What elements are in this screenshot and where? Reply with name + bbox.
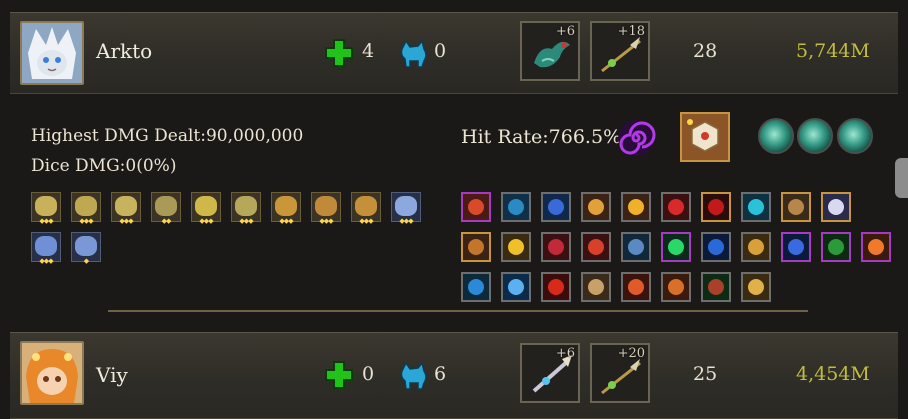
dice-dmg-stat: Dice DMG:0(0%): [31, 156, 177, 176]
skill-icon[interactable]: [701, 272, 731, 302]
rune-icon[interactable]: ◆◆◆: [71, 192, 101, 225]
skill-icon[interactable]: [501, 192, 531, 222]
player-power: 5,744M: [796, 40, 870, 62]
skill-icon[interactable]: [461, 272, 491, 302]
green-cross-icon: [325, 361, 353, 389]
equipment-slot[interactable]: +18: [590, 21, 650, 81]
skill-icon[interactable]: [541, 272, 571, 302]
equipment-slot[interactable]: +6: [520, 21, 580, 81]
skill-icon[interactable]: [701, 192, 731, 222]
skill-icon[interactable]: [741, 272, 771, 302]
cube-item-icon[interactable]: [680, 112, 730, 162]
skill-icon[interactable]: [541, 192, 571, 222]
green-cross-icon: [325, 39, 353, 67]
enhance-level: +20: [617, 346, 645, 361]
blue-pet-icon: [400, 39, 427, 68]
rune-icon[interactable]: ◆◆◆: [191, 192, 221, 225]
skill-icon[interactable]: [661, 272, 691, 302]
heal-count: 4: [362, 40, 375, 62]
skill-icon[interactable]: [781, 232, 811, 262]
skill-icon[interactable]: [581, 192, 611, 222]
purple-swirl-icon: [618, 120, 656, 156]
skill-icon[interactable]: [461, 232, 491, 262]
player-power: 4,454M: [796, 363, 870, 385]
orb-icon[interactable]: [758, 118, 794, 154]
skill-icon[interactable]: [621, 272, 651, 302]
rune-icon[interactable]: ◆◆◆: [231, 192, 261, 225]
highest-dmg-stat: Highest DMG Dealt:90,000,000: [31, 126, 304, 146]
avatar: [20, 21, 84, 85]
rune-icon[interactable]: ◆◆◆: [311, 192, 341, 225]
player-name: Arkto: [96, 39, 153, 63]
skill-icon[interactable]: [861, 232, 891, 262]
skill-icon[interactable]: [501, 272, 531, 302]
skill-icon[interactable]: [541, 232, 571, 262]
equipment-slot[interactable]: +20: [590, 343, 650, 403]
skill-icon[interactable]: [661, 192, 691, 222]
enhance-level: +6: [555, 24, 575, 39]
player-level: 28: [693, 40, 718, 62]
rune-icon[interactable]: ◆◆◆: [31, 232, 61, 265]
rune-icon[interactable]: ◆◆◆: [31, 192, 61, 225]
side-scroll-tab[interactable]: [895, 158, 908, 198]
skill-icon[interactable]: [741, 192, 771, 222]
enhance-level: +18: [617, 24, 645, 39]
skill-icon[interactable]: [581, 272, 611, 302]
player-name: Viy: [96, 363, 128, 387]
avatar: [20, 341, 84, 405]
rune-icon[interactable]: ◆◆◆: [351, 192, 381, 225]
pet-count: 0: [434, 40, 447, 62]
skill-icon[interactable]: [701, 232, 731, 262]
rune-icon[interactable]: ◆◆: [151, 192, 181, 225]
skill-icon[interactable]: [621, 192, 651, 222]
skill-icon[interactable]: [501, 232, 531, 262]
orb-icon[interactable]: [837, 118, 873, 154]
rune-icon[interactable]: ◆: [71, 232, 101, 265]
blue-pet-icon: [400, 361, 427, 390]
enhance-level: +6: [555, 346, 575, 361]
rune-icon[interactable]: ◆◆◆: [271, 192, 301, 225]
skill-icon[interactable]: [621, 232, 651, 262]
player-row-viy[interactable]: Viy 0 6 +6 +20 25 4,454M: [10, 332, 898, 419]
skill-icon[interactable]: [661, 232, 691, 262]
skill-icon[interactable]: [821, 192, 851, 222]
heal-count: 0: [362, 363, 375, 385]
divider: [108, 310, 808, 312]
rune-icon[interactable]: ◆◆◆: [391, 192, 421, 225]
rune-icon[interactable]: ◆◆◆: [111, 192, 141, 225]
player-level: 25: [693, 363, 718, 385]
skill-icon[interactable]: [821, 232, 851, 262]
pet-count: 6: [434, 363, 447, 385]
skill-icon[interactable]: [741, 232, 771, 262]
hit-rate-stat: Hit Rate:766.5%: [461, 126, 622, 148]
skill-icon[interactable]: [781, 192, 811, 222]
orb-icon[interactable]: [797, 118, 833, 154]
equipment-slot[interactable]: +6: [520, 343, 580, 403]
skill-icon[interactable]: [581, 232, 611, 262]
player-row-arkto[interactable]: Arkto 4 0 +6 +18 28 5,744M: [10, 12, 898, 94]
skill-icon[interactable]: [461, 192, 491, 222]
